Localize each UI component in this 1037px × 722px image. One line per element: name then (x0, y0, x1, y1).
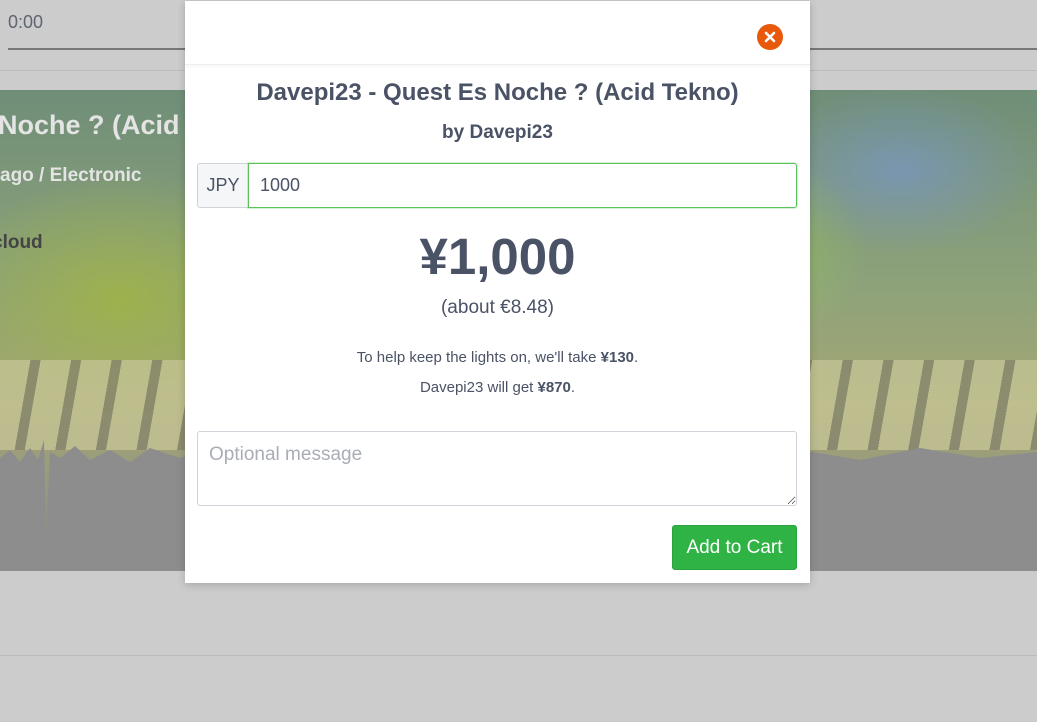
platform-fee-text: To help keep the lights on, we'll take ¥… (185, 349, 810, 366)
purchase-modal: Davepi23 - Quest Es Noche ? (Acid Tekno)… (185, 1, 810, 583)
payout-suffix: . (570, 379, 576, 396)
amount-input[interactable] (248, 163, 797, 208)
amount-input-group: JPY (197, 163, 797, 208)
close-button[interactable] (757, 24, 783, 50)
divider (0, 655, 1037, 656)
fee-suffix: . (634, 349, 639, 366)
payout-prefix: Davepi23 will get (419, 379, 538, 396)
artist-line: by Davepi23 (442, 122, 553, 143)
player-time: 0:00 (8, 12, 44, 32)
hero-track-title: Noche ? (Acid (0, 110, 180, 140)
artist-payout-amount: ¥870 (537, 379, 571, 396)
fee-prefix: To help keep the lights on, we'll take (356, 349, 601, 366)
add-to-cart-button[interactable]: Add to Cart (672, 525, 797, 570)
currency-label: JPY (197, 163, 248, 208)
close-icon (764, 31, 776, 43)
optional-message-field[interactable] (197, 431, 797, 506)
hero-track-meta: ago / Electronic (0, 165, 142, 186)
hero-track-source: cloud (0, 232, 43, 253)
price-conversion: (about €8.48) (440, 297, 555, 318)
platform-fee-amount: ¥130 (600, 349, 635, 366)
artist-payout-text: Davepi23 will get ¥870. (185, 379, 810, 396)
modal-header (185, 1, 810, 65)
modal-title: Davepi23 - Quest Es Noche ? (Acid Tekno) (256, 79, 739, 106)
price-display: ¥1,000 (419, 228, 576, 285)
